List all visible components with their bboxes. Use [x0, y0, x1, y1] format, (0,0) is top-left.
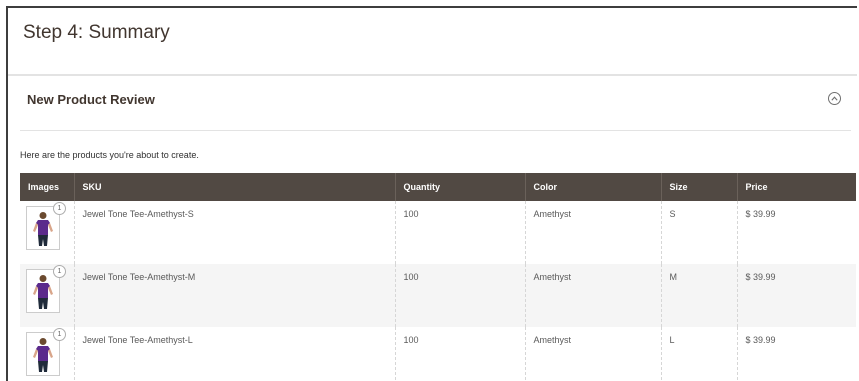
color-cell: Amethyst [524, 327, 661, 381]
product-thumbnail[interactable]: 1 [26, 202, 66, 250]
products-table: Images SKU Quantity Color Size Price 1 J… [20, 173, 856, 381]
image-cell[interactable]: 1 [20, 327, 74, 381]
image-cell[interactable]: 1 [20, 201, 74, 264]
color-cell: Amethyst [524, 201, 661, 264]
image-count-badge: 1 [53, 202, 66, 215]
size-cell: M [660, 264, 737, 327]
column-header-size: Size [660, 173, 737, 201]
price-cell: $ 39.99 [736, 327, 856, 381]
price-cell: $ 39.99 [736, 201, 856, 264]
quantity-cell: 100 [394, 201, 525, 264]
size-cell: S [660, 201, 737, 264]
table-row: 1 Jewel Tone Tee-Amethyst-L 100 Amethyst… [20, 327, 856, 381]
size-cell: L [660, 327, 737, 381]
table-row: 1 Jewel Tone Tee-Amethyst-M 100 Amethyst… [20, 264, 856, 327]
sku-cell: Jewel Tone Tee-Amethyst-L [73, 327, 395, 381]
step-title: Step 4: Summary [23, 22, 170, 43]
shirt-model-image [33, 338, 53, 372]
column-header-images: Images [20, 173, 74, 201]
chevron-up-icon [831, 96, 838, 101]
column-header-price: Price [736, 173, 856, 201]
collapse-section-button[interactable] [828, 92, 841, 105]
table-header-row: Images SKU Quantity Color Size Price [20, 173, 856, 201]
image-cell[interactable]: 1 [20, 264, 74, 327]
intro-text: Here are the products you're about to cr… [20, 150, 199, 160]
table-row: 1 Jewel Tone Tee-Amethyst-S 100 Amethyst… [20, 201, 856, 264]
wizard-panel: Step 4: Summary New Product Review Here … [6, 6, 857, 381]
sku-cell: Jewel Tone Tee-Amethyst-S [73, 201, 395, 264]
shirt-model-image [33, 212, 53, 246]
price-cell: $ 39.99 [736, 264, 856, 327]
product-thumbnail[interactable]: 1 [26, 328, 66, 376]
image-count-badge: 1 [53, 328, 66, 341]
image-count-badge: 1 [53, 265, 66, 278]
column-header-color: Color [524, 173, 661, 201]
quantity-cell: 100 [394, 327, 525, 381]
color-cell: Amethyst [524, 264, 661, 327]
quantity-cell: 100 [394, 264, 525, 327]
section-title: New Product Review [27, 92, 155, 107]
column-header-sku: SKU [73, 173, 395, 201]
product-thumbnail[interactable]: 1 [26, 265, 66, 313]
divider [20, 130, 851, 131]
column-header-quantity: Quantity [394, 173, 525, 201]
divider [8, 74, 857, 76]
sku-cell: Jewel Tone Tee-Amethyst-M [73, 264, 395, 327]
shirt-model-image [33, 275, 53, 309]
